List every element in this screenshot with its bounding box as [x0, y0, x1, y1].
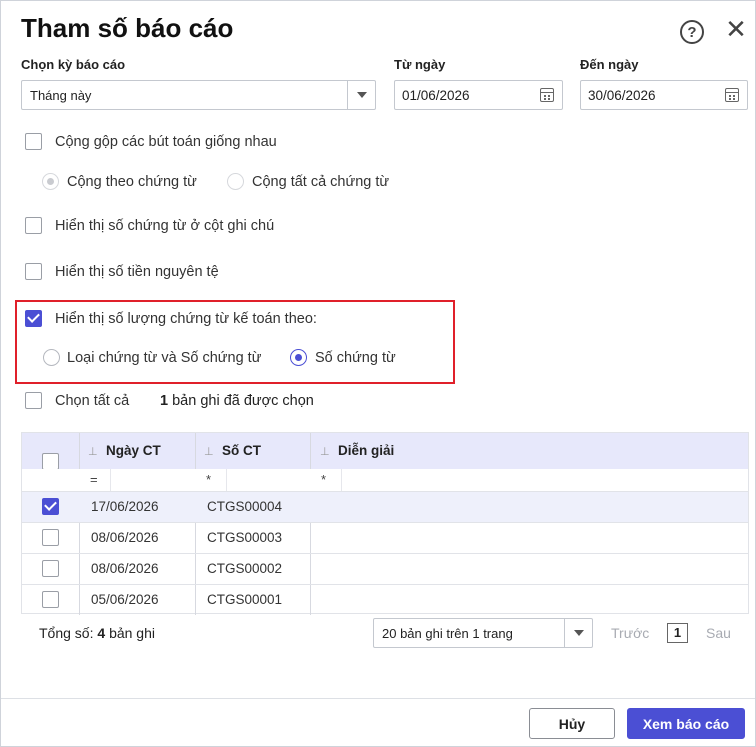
filter-divider — [341, 469, 342, 491]
row-number: CTGS00001 — [207, 592, 283, 607]
row-checkbox[interactable] — [42, 529, 59, 546]
period-select[interactable]: Tháng này — [21, 80, 376, 110]
show-foreign-amount-label: Hiển thị số tiền nguyên tệ — [55, 264, 219, 280]
from-date-value: 01/06/2026 — [402, 88, 470, 103]
row-number: CTGS00003 — [207, 530, 283, 545]
grid-select-all-checkbox[interactable] — [42, 453, 59, 470]
filter-desc-op[interactable]: * — [321, 472, 326, 487]
row-date: 17/06/2026 — [91, 499, 159, 514]
row-date: 08/06/2026 — [91, 561, 159, 576]
col-header-date[interactable]: Ngày CT — [106, 443, 161, 458]
row-number: CTGS00002 — [207, 561, 283, 576]
merge-by-voucher-label: Cộng theo chứng từ — [67, 174, 197, 190]
next-page-button[interactable]: Sau — [706, 625, 731, 641]
total-suffix: bản ghi — [109, 625, 155, 641]
table-row[interactable]: 17/06/2026 CTGS00004 — [22, 492, 748, 523]
row-checkbox[interactable] — [42, 591, 59, 608]
table-row[interactable]: 08/06/2026 CTGS00003 — [22, 523, 748, 554]
filter-number-op[interactable]: * — [206, 472, 211, 487]
show-voucher-count-checkbox[interactable] — [25, 310, 42, 327]
merge-by-voucher-radio[interactable] — [42, 173, 59, 190]
prev-page-button[interactable]: Trước — [611, 625, 649, 641]
col-header-desc[interactable]: Diễn giải — [338, 443, 394, 458]
pin-icon[interactable]: ⊥ — [204, 445, 214, 458]
to-date-value: 30/06/2026 — [588, 88, 656, 103]
col-header-number[interactable]: Số CT — [222, 443, 261, 458]
count-type-and-number-radio[interactable] — [43, 349, 60, 366]
row-checkbox[interactable] — [42, 498, 59, 515]
table-row[interactable]: 05/06/2026 CTGS00001 — [22, 585, 748, 616]
help-icon[interactable]: ? — [680, 20, 704, 44]
to-date-input[interactable]: 30/06/2026 — [580, 80, 748, 110]
show-voucher-count-label: Hiển thị số lượng chứng từ kế toán theo: — [55, 311, 317, 327]
page-size-value: 20 bản ghi trên 1 trang — [382, 626, 513, 641]
grid-header: ⊥ Ngày CT ⊥ Số CT ⊥ Diễn giải — [22, 433, 748, 470]
filter-divider — [226, 469, 227, 491]
row-date: 08/06/2026 — [91, 530, 159, 545]
current-page: 1 — [667, 623, 688, 643]
calendar-icon[interactable] — [540, 88, 554, 102]
chevron-down-icon[interactable] — [347, 81, 375, 109]
select-all-label: Chọn tất cả — [55, 393, 130, 409]
show-foreign-amount-checkbox[interactable] — [25, 263, 42, 280]
grid-filter-row: = * * — [22, 469, 748, 492]
report-params-dialog: Tham số báo cáo ? ✕ Chọn kỳ báo cáo Thán… — [0, 0, 756, 747]
show-voucher-note-checkbox[interactable] — [25, 217, 42, 234]
close-icon[interactable]: ✕ — [723, 16, 749, 42]
total-count: 4 — [97, 625, 106, 641]
calendar-icon[interactable] — [725, 88, 739, 102]
page-size-select[interactable]: 20 bản ghi trên 1 trang — [373, 618, 593, 648]
period-value: Tháng này — [30, 88, 92, 103]
pin-icon[interactable]: ⊥ — [320, 445, 330, 458]
count-type-and-number-label: Loại chứng từ và Số chứng từ — [67, 350, 262, 366]
select-all-checkbox[interactable] — [25, 392, 42, 409]
filter-divider — [110, 469, 111, 491]
from-date-input[interactable]: 01/06/2026 — [394, 80, 563, 110]
from-date-label: Từ ngày — [394, 57, 446, 72]
row-date: 05/06/2026 — [91, 592, 159, 607]
merge-entries-label: Cộng gộp các bút toán giống nhau — [55, 134, 277, 150]
cancel-button[interactable]: Hủy — [529, 708, 615, 739]
count-number-only-label: Số chứng từ — [315, 350, 396, 366]
total-records: Tổng số: 4 bản ghi — [39, 625, 155, 641]
dialog-title: Tham số báo cáo — [21, 13, 234, 43]
selected-count-text: 1 bản ghi đã được chọn — [160, 393, 314, 409]
selected-count: 1 — [160, 393, 169, 409]
selected-suffix: bản ghi đã được chọn — [172, 393, 314, 409]
total-prefix: Tổng số: — [39, 625, 94, 641]
merge-entries-checkbox[interactable] — [25, 133, 42, 150]
merge-all-vouchers-radio[interactable] — [227, 173, 244, 190]
to-date-label: Đến ngày — [580, 57, 639, 72]
period-label: Chọn kỳ báo cáo — [21, 57, 126, 72]
table-row[interactable]: 08/06/2026 CTGS00002 — [22, 554, 748, 585]
pin-icon[interactable]: ⊥ — [88, 445, 98, 458]
view-report-button[interactable]: Xem báo cáo — [627, 708, 745, 739]
count-number-only-radio[interactable] — [290, 349, 307, 366]
show-voucher-note-label: Hiển thị số chứng từ ở cột ghi chú — [55, 218, 275, 234]
voucher-grid: ⊥ Ngày CT ⊥ Số CT ⊥ Diễn giải = * * 17/0… — [21, 432, 749, 616]
row-number: CTGS00004 — [207, 499, 283, 514]
chevron-down-icon[interactable] — [564, 619, 592, 647]
filter-date-op[interactable]: = — [90, 472, 98, 487]
merge-all-vouchers-label: Cộng tất cả chứng từ — [252, 174, 390, 190]
row-checkbox[interactable] — [42, 560, 59, 577]
